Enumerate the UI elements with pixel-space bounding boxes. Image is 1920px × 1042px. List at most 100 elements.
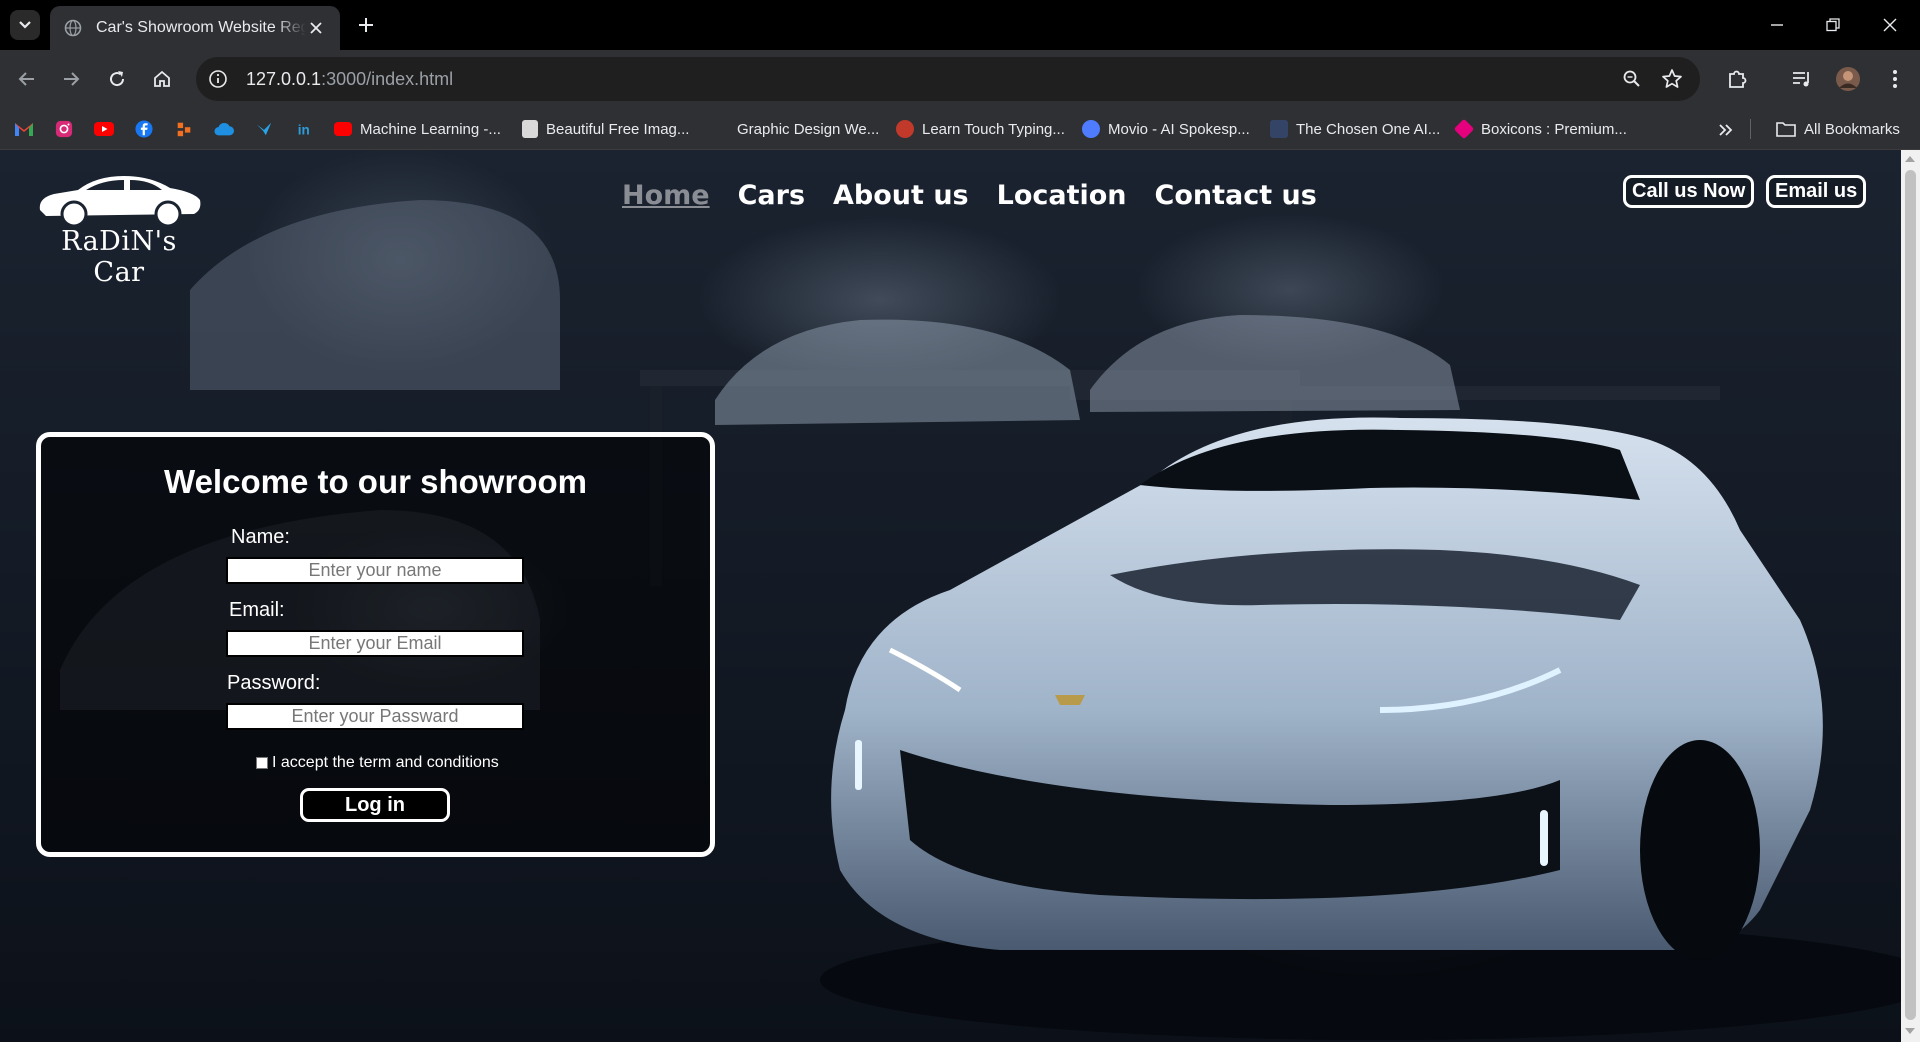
forward-button[interactable] [56, 64, 86, 94]
bookmark-item[interactable]: Beautiful Free Imag... [522, 117, 689, 141]
page-scrollbar[interactable] [1901, 150, 1920, 1042]
nav-about-us[interactable]: About us [833, 180, 969, 211]
url-path: :3000/index.html [321, 68, 454, 89]
web-page: RaDiN's Car Home Cars About us Location … [0, 150, 1901, 1042]
arrow-left-icon [18, 72, 34, 86]
avatar-icon [1836, 67, 1860, 91]
zoom-icon[interactable] [1620, 67, 1644, 91]
star-icon[interactable] [1660, 67, 1684, 91]
gmail-icon[interactable] [14, 120, 34, 138]
email-us-button[interactable]: Email us [1766, 175, 1867, 208]
profile-avatar[interactable] [1833, 64, 1863, 94]
bird-icon[interactable] [254, 120, 274, 138]
main-navigation: Home Cars About us Location Contact us [622, 180, 1317, 211]
scroll-up-arrow[interactable] [1905, 156, 1915, 162]
orange-app-icon[interactable] [174, 120, 194, 138]
folder-icon [1776, 122, 1796, 137]
tab-search-button[interactable] [10, 10, 40, 40]
bookmark-item[interactable]: Machine Learning -... [334, 117, 501, 141]
name-input[interactable] [226, 557, 524, 584]
bookmark-item[interactable]: Movio - AI Spokesp... [1082, 117, 1250, 141]
bookmark-label: Boxicons : Premium... [1481, 120, 1627, 138]
reload-button[interactable] [102, 64, 132, 94]
bookmark-label: Beautiful Free Imag... [546, 120, 690, 138]
arrow-right-icon [64, 72, 80, 86]
nav-cars[interactable]: Cars [738, 180, 805, 211]
restore-icon [1826, 18, 1840, 32]
unsplash-icon [522, 120, 538, 138]
instagram-icon[interactable] [54, 120, 74, 138]
nav-contact-us[interactable]: Contact us [1155, 180, 1317, 211]
login-title: Welcome to our showroom [164, 463, 587, 500]
browser-toolbar: 127.0.0.1:3000/index.html [0, 50, 1920, 108]
youtube-icon[interactable] [94, 120, 114, 138]
terms-checkbox[interactable] [256, 757, 268, 769]
bookmark-label: Movio - AI Spokesp... [1108, 120, 1250, 138]
url-text: 127.0.0.1:3000/index.html [246, 69, 453, 90]
tab-title: Car's Showroom Website Registration [96, 19, 306, 36]
close-tab-icon[interactable] [306, 18, 326, 38]
bookmarks-bar: in Machine Learning -... Beautiful Free … [0, 108, 1920, 150]
email-input[interactable] [226, 630, 524, 657]
robot-icon [896, 120, 914, 138]
bookmark-label: The Chosen One AI... [1296, 120, 1441, 138]
password-input[interactable] [226, 703, 524, 730]
blank-page-icon [711, 120, 729, 138]
login-button[interactable]: Log in [300, 788, 450, 822]
url-host: 127.0.0.1 [246, 68, 322, 89]
bookmark-item[interactable]: Boxicons : Premium... [1453, 117, 1627, 141]
reload-icon [110, 71, 125, 87]
scrollbar-thumb[interactable] [1905, 170, 1916, 1020]
puzzle-icon [1729, 70, 1747, 88]
nav-home[interactable]: Home [622, 180, 710, 211]
name-label: Name: [231, 526, 290, 548]
close-window-button[interactable] [1875, 10, 1905, 40]
car-logo-icon [39, 176, 201, 228]
nav-location[interactable]: Location [997, 180, 1127, 211]
home-button[interactable] [147, 64, 177, 94]
bookmark-label: Machine Learning -... [360, 120, 501, 138]
bookmarks-divider [1750, 119, 1751, 139]
terms-row: I accept the term and conditions [256, 754, 499, 772]
call-us-button[interactable]: Call us Now [1623, 175, 1755, 208]
new-tab-button[interactable] [353, 12, 379, 38]
more-vertical-icon [1893, 70, 1897, 88]
password-label: Password: [227, 672, 321, 694]
home-icon [154, 70, 170, 87]
scroll-down-arrow[interactable] [1905, 1028, 1915, 1034]
address-bar[interactable]: 127.0.0.1:3000/index.html [196, 57, 1700, 101]
media-controls-button[interactable] [1787, 64, 1817, 94]
bookmark-item[interactable]: The Chosen One AI... [1270, 117, 1440, 141]
double-chevron-right-icon [1719, 124, 1733, 136]
plus-icon [359, 18, 373, 32]
boxicons-icon [1453, 118, 1475, 140]
login-form: Welcome to our showroom Name: Email: Pas… [36, 432, 715, 857]
browser-tab-bar: Car's Showroom Website Registration [0, 0, 1920, 50]
facebook-icon[interactable] [134, 120, 154, 138]
cloud-icon[interactable] [214, 120, 234, 138]
svg-text:in: in [298, 122, 310, 137]
youtube-icon [334, 122, 352, 136]
globe-icon [64, 19, 82, 37]
all-bookmarks-button[interactable]: All Bookmarks [1776, 117, 1900, 141]
all-bookmarks-label: All Bookmarks [1804, 120, 1900, 138]
email-label: Email: [229, 599, 285, 621]
minimize-icon [1771, 24, 1783, 26]
bookmark-item[interactable]: Learn Touch Typing... [896, 117, 1065, 141]
playlist-icon [1793, 72, 1809, 87]
minimize-button[interactable] [1762, 10, 1792, 40]
extensions-button[interactable] [1722, 64, 1752, 94]
browser-tab[interactable]: Car's Showroom Website Registration [50, 6, 340, 50]
restore-button[interactable] [1818, 10, 1848, 40]
browser-menu-button[interactable] [1880, 64, 1910, 94]
linkedin-icon[interactable]: in [294, 120, 314, 138]
site-info-icon[interactable] [206, 67, 230, 91]
chevron-down-icon [19, 21, 31, 29]
close-icon [1883, 18, 1897, 32]
site-logo[interactable]: RaDiN's Car [34, 170, 204, 288]
logo-text: RaDiN's Car [61, 226, 177, 288]
back-button[interactable] [12, 64, 42, 94]
more-bookmarks-button[interactable] [1718, 118, 1734, 142]
bookmark-item[interactable]: Graphic Design We... [711, 117, 879, 141]
movio-icon [1082, 120, 1100, 138]
